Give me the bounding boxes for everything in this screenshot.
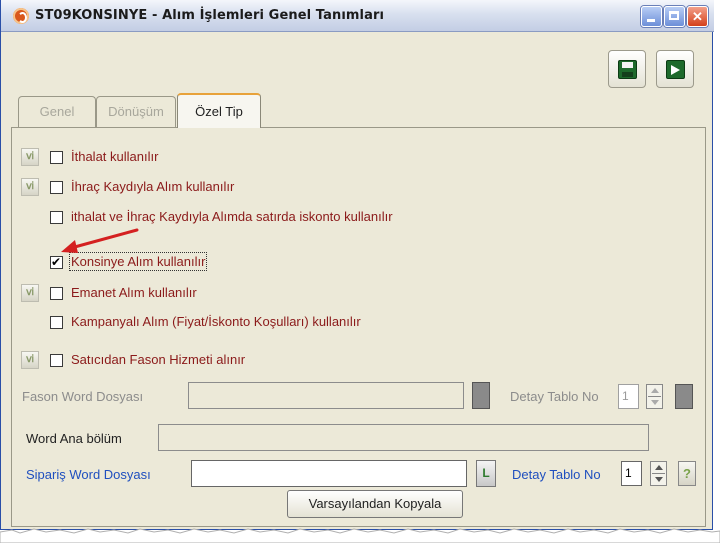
save-button[interactable]	[608, 50, 646, 88]
minimize-icon	[647, 19, 655, 22]
fason-help-button[interactable]	[675, 384, 693, 409]
exit-door-icon	[666, 60, 685, 79]
siparis-word-input[interactable]	[191, 460, 467, 487]
ithalat-ihrac-iskonto-checkbox[interactable]	[50, 211, 63, 224]
fason-word-label: Fason Word Dosyası	[22, 389, 144, 404]
emanet-label: Emanet Alım kullanılır	[71, 285, 197, 300]
tab-ozel-tip[interactable]: Özel Tip	[177, 93, 261, 128]
fason-detail-spinner[interactable]	[646, 384, 663, 409]
fason-hizmeti-label: Satıcıdan Fason Hizmeti alınır	[71, 352, 246, 367]
fason-detail-input[interactable]: 1	[618, 384, 639, 409]
ihrac-kaydiyla-checkbox[interactable]	[50, 181, 63, 194]
minimize-button[interactable]	[641, 6, 662, 27]
floppy-disk-icon	[618, 60, 637, 79]
exit-button[interactable]	[656, 50, 694, 88]
fason-word-input[interactable]	[188, 382, 464, 409]
ithalat-ihrac-iskonto-label: ithalat ve İhraç Kaydıyla Alımda satırda…	[71, 209, 393, 224]
siparis-browse-button[interactable]: L	[476, 460, 496, 487]
word-ana-input[interactable]	[158, 424, 649, 451]
kampanyali-checkbox[interactable]	[50, 316, 63, 329]
copy-defaults-button[interactable]: Varsayılandan Kopyala	[287, 490, 463, 518]
siparis-help-button[interactable]: ?	[678, 461, 696, 486]
maximize-icon	[669, 11, 679, 20]
close-button[interactable]: ✕	[687, 6, 708, 27]
option-info-icon[interactable]: ⅵ	[21, 284, 39, 302]
title-bar[interactable]: ST09KONSINYE - Alım İşlemleri Genel Tanı…	[1, 0, 714, 32]
option-info-icon[interactable]: ⅵ	[21, 148, 39, 166]
window-title: ST09KONSINYE - Alım İşlemleri Genel Tanı…	[35, 8, 385, 23]
siparis-detail-spinner[interactable]	[650, 461, 667, 486]
siparis-word-label: Sipariş Word Dosyası	[26, 467, 151, 482]
fason-detail-label: Detay Tablo No	[510, 389, 599, 404]
tab-donusum[interactable]: Dönüşüm	[96, 96, 176, 127]
maximize-button[interactable]	[664, 6, 685, 27]
ihrac-kaydiyla-label: İhraç Kaydıyla Alım kullanılır	[71, 179, 235, 194]
fason-hizmeti-checkbox[interactable]	[50, 354, 63, 367]
siparis-detail-input[interactable]: 1	[621, 461, 642, 486]
ithalat-checkbox[interactable]	[50, 151, 63, 164]
close-icon: ✕	[692, 9, 703, 24]
main-window: ST09KONSINYE - Alım İşlemleri Genel Tanı…	[0, 0, 714, 530]
kampanyali-label: Kampanyalı Alım (Fiyat/İskonto Koşulları…	[71, 314, 361, 329]
emanet-checkbox[interactable]	[50, 287, 63, 300]
ithalat-label: İthalat kullanılır	[71, 149, 159, 164]
siparis-detail-label: Detay Tablo No	[512, 467, 601, 482]
option-info-icon[interactable]: ⅵ	[21, 178, 39, 196]
red-pointer-arrow-icon	[61, 228, 139, 253]
torn-edge-decoration	[0, 528, 720, 543]
tab-genel[interactable]: Genel	[18, 96, 96, 127]
fason-browse-button[interactable]	[472, 382, 490, 409]
word-ana-label: Word Ana bölüm	[26, 431, 122, 446]
option-info-icon[interactable]: ⅵ	[21, 351, 39, 369]
app-logo-icon	[13, 8, 29, 24]
